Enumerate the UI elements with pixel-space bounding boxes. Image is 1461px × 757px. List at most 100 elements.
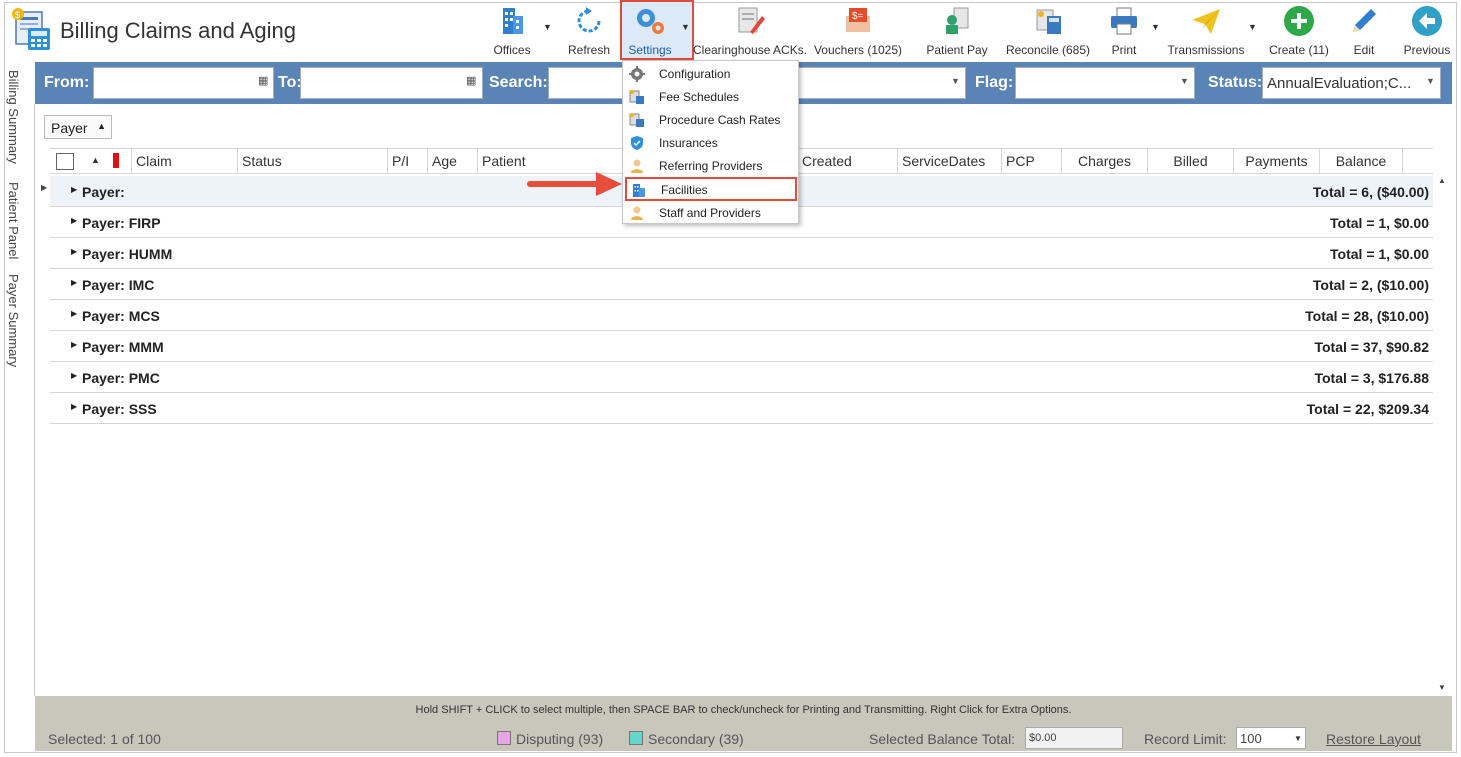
print-dropdown-icon[interactable]: ▼ [1151, 22, 1160, 32]
scroll-down-icon[interactable]: ▼ [1438, 683, 1446, 692]
transmissions-dropdown-icon[interactable]: ▼ [1248, 22, 1257, 32]
group-label: Payer: IMC [82, 277, 155, 293]
expand-icon[interactable]: ▶ [71, 402, 77, 411]
print-button[interactable]: Print [1104, 2, 1144, 60]
previous-button[interactable]: Previous [1402, 2, 1452, 60]
menu-item-label: Facilities [661, 183, 708, 197]
col-balance[interactable]: Balance [1319, 149, 1402, 173]
transmissions-button[interactable]: Transmissions [1166, 2, 1246, 60]
sort-up-icon[interactable]: ▲ [91, 155, 100, 165]
from-label: From: [44, 74, 90, 91]
clearinghouse-acks-button[interactable]: Clearinghouse ACKs. [693, 2, 808, 60]
scroll-up-icon[interactable]: ▲ [1438, 176, 1446, 185]
from-date-input[interactable] [93, 67, 274, 99]
col-payments[interactable]: Payments [1233, 149, 1319, 173]
expand-icon[interactable]: ▶ [71, 216, 77, 225]
col-claim[interactable]: Claim [131, 149, 237, 173]
to-calendar-icon[interactable]: ▦ [466, 74, 476, 87]
reconcile-label: Reconcile (685) [1005, 43, 1091, 57]
status-select[interactable]: AnnualEvaluation;C... [1262, 67, 1441, 99]
tab-billing-summary[interactable]: Billing Summary [6, 70, 21, 164]
select-all-checkbox[interactable] [56, 153, 74, 170]
group-row[interactable]: ▶ Payer: SSS Total = 22, $209.34 [50, 393, 1433, 424]
tab-payer-summary[interactable]: Payer Summary [6, 274, 21, 367]
settings-dropdown-icon[interactable]: ▼ [681, 22, 690, 32]
col-pcp[interactable]: PCP [1001, 149, 1061, 173]
menu-item-staff-and-providers[interactable]: Staff and Providers [625, 202, 797, 224]
col-pi[interactable]: P/I [387, 149, 427, 173]
patient-pay-button[interactable]: Patient Pay [922, 2, 992, 60]
group-row[interactable]: ▶ Payer: PMC Total = 3, $176.88 [50, 362, 1433, 393]
svg-text:$=: $= [852, 11, 864, 22]
settings-button[interactable]: Settings [624, 2, 676, 60]
menu-item-fee-schedules[interactable]: Fee Schedules [625, 86, 797, 108]
flag-select[interactable] [1015, 67, 1195, 99]
to-date-input[interactable] [300, 67, 483, 99]
person-icon [631, 159, 643, 173]
group-label: Payer: HUMM [82, 246, 173, 262]
selected-balance-input[interactable]: $0.00 [1025, 727, 1123, 749]
group-label: Payer: MMM [82, 339, 164, 355]
reconcile-button[interactable]: Reconcile (685) [1002, 2, 1094, 60]
expand-icon[interactable]: ▶ [71, 278, 77, 287]
refresh-icon [577, 7, 601, 33]
expand-icon[interactable]: ▶ [71, 247, 77, 256]
group-row[interactable]: ▶ Payer: MMM Total = 37, $90.82 [50, 331, 1433, 362]
from-calendar-icon[interactable]: ▦ [258, 74, 268, 87]
create-label: Create (11) [1269, 43, 1329, 57]
group-row[interactable]: ▶ Payer: HUMM Total = 1, $0.00 [50, 238, 1433, 269]
settings-label: Settings [628, 43, 672, 57]
status-footer: Hold SHIFT + CLICK to select multiple, t… [35, 696, 1452, 751]
col-status[interactable]: Status [237, 149, 387, 173]
group-by-chip[interactable]: Payer ▲ [44, 115, 112, 139]
refresh-button[interactable]: Refresh [564, 2, 614, 60]
print-label: Print [1111, 43, 1137, 57]
expand-icon[interactable]: ▶ [71, 309, 77, 318]
flag-dropdown-icon[interactable]: ▼ [1180, 76, 1189, 86]
patient-pay-label: Patient Pay [926, 43, 988, 57]
flag-label: Flag: [975, 74, 1014, 91]
previous-label: Previous [1403, 43, 1451, 57]
menu-item-procedure-cash-rates[interactable]: Procedure Cash Rates [625, 109, 797, 131]
edit-button[interactable]: Edit [1344, 2, 1384, 60]
transmissions-label: Transmissions [1167, 43, 1245, 57]
current-row-indicator: ▶ [41, 183, 48, 192]
col-created[interactable]: Created [797, 149, 897, 173]
status-label: Status: [1208, 74, 1263, 91]
restore-layout-link[interactable]: Restore Layout [1326, 731, 1421, 747]
record-limit-dropdown-icon[interactable]: ▼ [1294, 734, 1302, 743]
col-service-dates[interactable]: ServiceDates [897, 149, 1001, 173]
col-charges[interactable]: Charges [1061, 149, 1147, 173]
refresh-label: Refresh [567, 43, 611, 57]
expand-icon[interactable]: ▶ [71, 340, 77, 349]
menu-item-label: Configuration [659, 67, 731, 81]
menu-item-referring-providers[interactable]: Referring Providers [625, 155, 797, 177]
offices-button[interactable]: Offices [488, 2, 536, 60]
menu-item-insurances[interactable]: Insurances [625, 132, 797, 154]
search-dropdown-icon[interactable]: ▼ [951, 76, 960, 86]
group-label: Payer: MCS [82, 308, 160, 324]
reconcile-calculator-icon [1036, 9, 1061, 34]
sort-ascending-icon[interactable]: ▲ [97, 121, 106, 131]
clearinghouse-label: Clearinghouse ACKs. [693, 43, 808, 57]
group-row[interactable]: ▶ Payer: MCS Total = 28, ($10.00) [50, 300, 1433, 331]
record-limit-label: Record Limit: [1144, 731, 1227, 747]
menu-item-facilities[interactable]: Facilities [625, 177, 797, 201]
group-row[interactable]: ▶ Payer: IMC Total = 2, ($10.00) [50, 269, 1433, 300]
menu-item-configuration[interactable]: Configuration [625, 63, 797, 85]
group-label: Payer: [82, 184, 125, 200]
document-pen-icon [738, 7, 765, 34]
tab-patient-panel[interactable]: Patient Panel [6, 182, 21, 259]
col-billed[interactable]: Billed [1147, 149, 1233, 173]
group-by-label: Payer [51, 120, 88, 136]
edit-label: Edit [1353, 43, 1375, 57]
expand-icon[interactable]: ▶ [71, 185, 77, 194]
status-dropdown-icon[interactable]: ▼ [1426, 76, 1435, 86]
col-age[interactable]: Age [427, 149, 477, 173]
selected-balance-label: Selected Balance Total: [869, 731, 1016, 747]
offices-dropdown-icon[interactable]: ▼ [543, 22, 552, 32]
vouchers-button[interactable]: $= Vouchers (1025) [812, 2, 904, 60]
expand-icon[interactable]: ▶ [71, 371, 77, 380]
group-total: Total = 6, ($40.00) [1312, 184, 1429, 200]
create-button[interactable]: Create (11) [1264, 2, 1334, 60]
